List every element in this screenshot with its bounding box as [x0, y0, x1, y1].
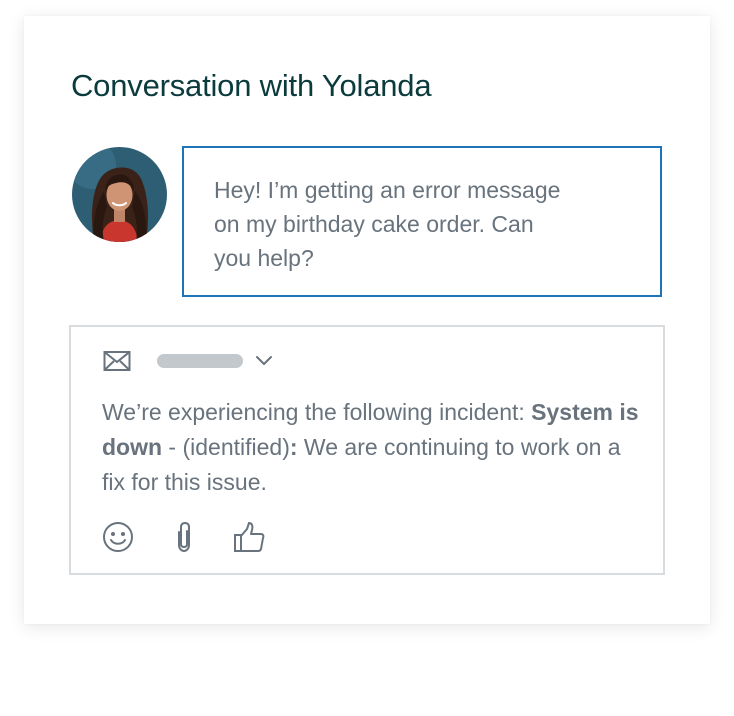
composer-header [103, 349, 273, 373]
channel-placeholder [157, 354, 243, 368]
incident-status: - (identified) [162, 434, 290, 460]
avatar [72, 147, 167, 242]
channel-dropdown[interactable] [157, 354, 273, 368]
mail-icon [103, 351, 131, 371]
reply-text[interactable]: We’re experiencing the following inciden… [102, 395, 642, 500]
incoming-message-bubble: Hey! I’m getting an error message on my … [182, 146, 662, 297]
chevron-down-icon [256, 356, 272, 365]
page-title: Conversation with Yolanda [71, 68, 432, 103]
smiley-icon[interactable] [101, 520, 135, 554]
thumbs-up-icon[interactable] [233, 520, 267, 554]
incident-colon: : [289, 434, 298, 460]
reply-intro: We’re experiencing the following inciden… [102, 399, 525, 425]
paperclip-icon[interactable] [167, 520, 201, 554]
conversation-card: Conversation with Yolanda Hey! I’m getti… [24, 16, 710, 624]
composer-toolbar [101, 520, 267, 554]
reply-composer[interactable]: We’re experiencing the following inciden… [69, 325, 665, 575]
incoming-message-text: Hey! I’m getting an error message on my … [214, 177, 561, 271]
